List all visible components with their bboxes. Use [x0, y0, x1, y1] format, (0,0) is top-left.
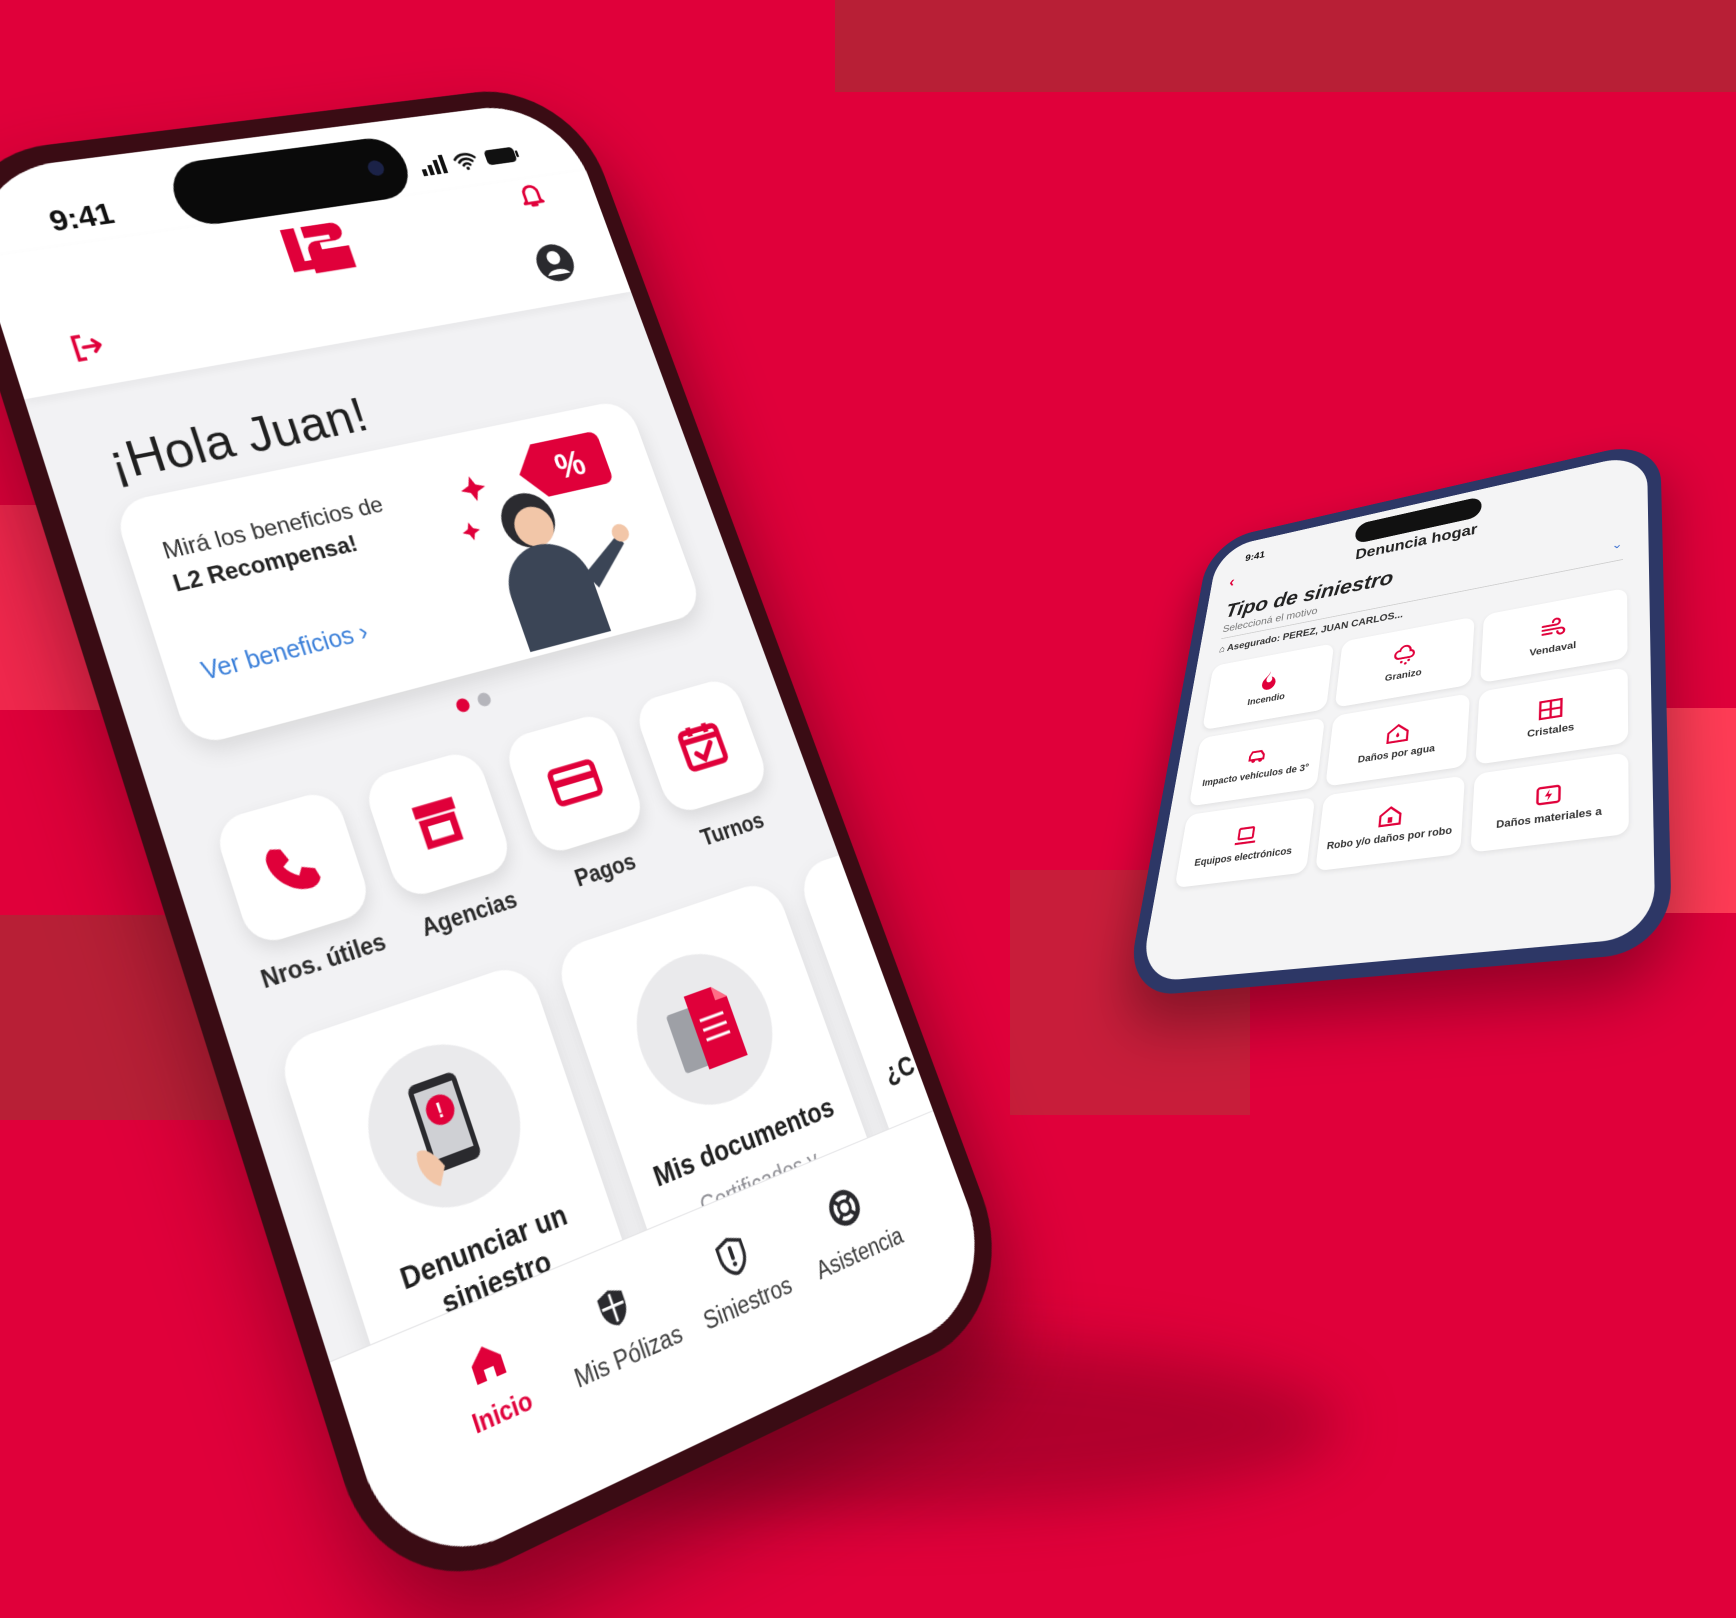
- documents-icon: [666, 982, 749, 1074]
- secondary-phone: 9:41 ‹ Denuncia hogar Tipo de siniestro …: [1124, 438, 1673, 998]
- nav-label: Asistencia: [812, 1221, 907, 1285]
- background-block: [835, 0, 1736, 92]
- camera-icon: [365, 159, 387, 177]
- l2-logo[interactable]: [274, 217, 362, 287]
- home-icon: [466, 1340, 507, 1386]
- carousel-dot-active[interactable]: [454, 697, 472, 714]
- store-icon: [411, 796, 464, 850]
- laptop-icon: [1232, 821, 1260, 849]
- status-time: 9:41: [44, 196, 119, 238]
- status-icons: [418, 145, 522, 177]
- card-illustration: !: [347, 1023, 542, 1232]
- user-icon[interactable]: [529, 240, 582, 286]
- water-house-icon: [1384, 719, 1412, 747]
- chevron-right-icon: ›: [355, 618, 372, 647]
- theft-house-icon: [1376, 801, 1405, 831]
- phone-icon: [262, 838, 323, 898]
- phone-screen: 9:41 ‹ Denuncia hogar Tipo de siniestro …: [1139, 451, 1656, 983]
- nav-label: Inicio: [468, 1385, 537, 1440]
- claim-type-impacto[interactable]: Impacto vehículos de 3°: [1188, 717, 1326, 807]
- quick-action-tile: [631, 675, 772, 817]
- battery-icon: [483, 146, 520, 166]
- claim-type-incendio[interactable]: Incendio: [1202, 643, 1335, 731]
- chevron-down-icon[interactable]: ⌄: [1611, 537, 1622, 553]
- claim-type-robo[interactable]: Robo y/o daños por robo: [1315, 775, 1465, 872]
- claim-type-cristales[interactable]: Cristales: [1474, 667, 1629, 765]
- logout-icon[interactable]: [63, 327, 110, 366]
- wifi-icon: [451, 150, 480, 171]
- electric-damage-icon: [1534, 779, 1564, 810]
- carousel-dot[interactable]: [475, 691, 493, 708]
- signal-icon: [421, 154, 449, 177]
- claim-type-danos-materiales[interactable]: Daños materiales a: [1469, 752, 1629, 853]
- quick-action-tile: [211, 787, 375, 949]
- phone-alert-icon: !: [405, 1070, 483, 1192]
- claim-type-vendaval[interactable]: Vendaval: [1479, 587, 1628, 684]
- nav-label: Siniestros: [699, 1270, 796, 1336]
- card-illustration: [616, 935, 794, 1126]
- claim-type-grid: Incendio Granizo Vendaval Impacto vehícu…: [1174, 587, 1629, 889]
- status-time: 9:41: [1244, 548, 1266, 564]
- claim-type-granizo[interactable]: Granizo: [1334, 616, 1475, 708]
- wind-icon: [1539, 615, 1567, 643]
- card-title: ¿C: [880, 1050, 919, 1089]
- ver-beneficios-link[interactable]: Ver beneficios ›: [198, 618, 372, 686]
- lifebuoy-icon: [821, 1182, 867, 1235]
- quick-action-tile: [361, 748, 516, 902]
- bell-icon[interactable]: [513, 179, 550, 211]
- window-icon: [1537, 694, 1566, 724]
- claim-type-electronicos[interactable]: Equipos electrónicos: [1174, 796, 1316, 889]
- card-icon: [541, 749, 610, 818]
- car-impact-icon: [1244, 742, 1271, 769]
- hail-icon: [1391, 642, 1418, 665]
- woman-with-discount-tag: %: [456, 430, 637, 653]
- calendar-check-icon: [669, 712, 734, 778]
- screen-title: Denuncia hogar: [1354, 521, 1478, 564]
- shield-icon: [588, 1280, 638, 1337]
- shield-alert-icon: [708, 1229, 756, 1284]
- fire-icon: [1260, 670, 1277, 691]
- nav-label: Mis Pólizas: [571, 1319, 686, 1394]
- quick-action-tile: [501, 710, 648, 858]
- claim-type-agua[interactable]: Daños por agua: [1325, 693, 1470, 787]
